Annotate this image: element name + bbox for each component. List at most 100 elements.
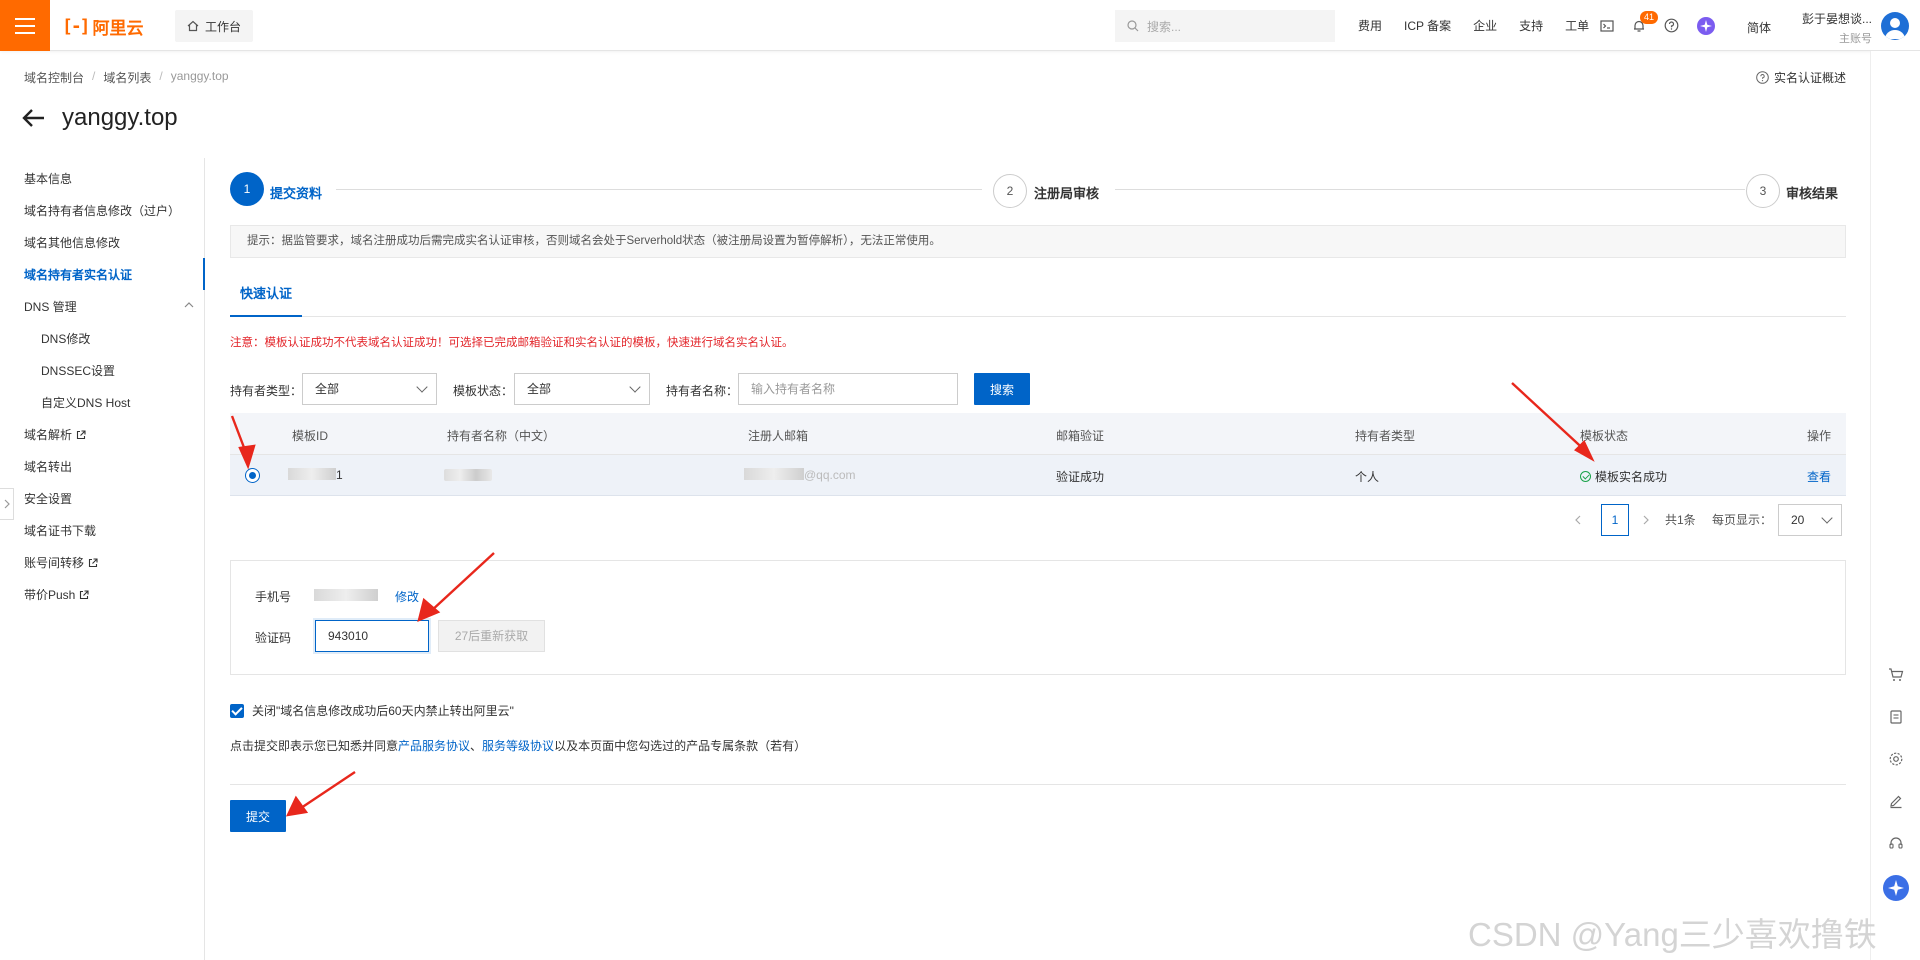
chevron-down-icon	[416, 381, 428, 393]
nav-security-settings[interactable]: 安全设置	[24, 490, 72, 507]
nav-holder-transfer[interactable]: 域名持有者信息修改（过户）	[24, 202, 180, 219]
nav-custom-dns-host[interactable]: 自定义DNS Host	[41, 394, 130, 411]
service-agreement-link[interactable]: 产品服务协议	[398, 739, 470, 753]
nav-domain-resolve[interactable]: 域名解析	[24, 426, 86, 443]
chevron-down-icon	[629, 381, 641, 393]
nav-domain-resolve-label: 域名解析	[24, 428, 73, 442]
domain-title: yanggy.top	[62, 104, 178, 131]
external-link-icon	[80, 589, 89, 599]
warning-text: 注意：模板认证成功不代表域名认证成功！可选择已完成邮箱验证和实名认证的模板，快速…	[230, 337, 794, 349]
page-1-button[interactable]: 1	[1601, 504, 1629, 536]
breadcrumb-separator: /	[159, 69, 163, 83]
template-status-label: 模板状态：	[453, 384, 514, 398]
holder-type-label: 持有者类型：	[230, 384, 303, 398]
edit-icon[interactable]	[1886, 791, 1906, 811]
gear-icon[interactable]	[1886, 749, 1906, 769]
nav-dnssec[interactable]: DNSSEC设置	[41, 362, 115, 379]
submit-button[interactable]: 提交	[230, 800, 286, 832]
nav-domain-transfer-out[interactable]: 域名转出	[24, 458, 72, 475]
help-icon[interactable]	[1664, 18, 1679, 33]
top-bar: [-] 阿里云 工作台 搜索... 费用 ICP 备案 企业 支持 工单 41 …	[0, 0, 1920, 51]
breadcrumb: 域名控制台 / 域名列表 / yanggy.top	[24, 69, 229, 86]
nav-account-transfer-label: 账号间转移	[24, 556, 85, 570]
divider	[230, 784, 1846, 785]
top-link-icp[interactable]: ICP 备案	[1404, 17, 1451, 34]
step-connector	[1115, 189, 1745, 190]
top-icons: 41	[1600, 0, 1715, 51]
back-arrow-icon[interactable]	[22, 108, 46, 128]
col-holder-name: 持有者名称（中文）	[447, 429, 556, 443]
disable-transfer-lock-option[interactable]: 关闭"域名信息修改成功后60天内禁止转出阿里云"	[230, 702, 514, 719]
holder-name-input[interactable]: 输入持有者名称	[738, 373, 958, 405]
col-actions: 操作	[1807, 429, 1832, 443]
holder-type-select[interactable]: 全部	[302, 373, 437, 405]
assistant-star-icon[interactable]	[1883, 875, 1909, 901]
phone-redacted	[314, 589, 378, 601]
chevron-up-icon[interactable]	[184, 301, 194, 309]
nav-holder-realname[interactable]: 域名持有者实名认证	[24, 266, 132, 283]
sidebar-collapse-handle[interactable]	[0, 488, 14, 520]
total-count: 共1条	[1665, 513, 1696, 527]
verification-code-input[interactable]: 943010	[315, 620, 429, 652]
realname-overview-link[interactable]: 实名认证概述	[1756, 69, 1846, 86]
nav-basic-info[interactable]: 基本信息	[24, 170, 72, 187]
nav-dns-management[interactable]: DNS 管理	[24, 298, 77, 315]
holder-type-value: 全部	[315, 382, 340, 396]
row-select-radio[interactable]	[245, 468, 260, 483]
modify-phone-link[interactable]: 修改	[395, 588, 419, 605]
view-link[interactable]: 查看	[1807, 468, 1831, 485]
next-page-icon[interactable]	[1642, 515, 1650, 525]
template-status-select[interactable]: 全部	[514, 373, 650, 405]
col-template-id: 模板ID	[292, 429, 329, 443]
nav-account-transfer[interactable]: 账号间转移	[24, 554, 98, 571]
top-link-enterprise[interactable]: 企业	[1473, 17, 1497, 34]
template-status-value: 全部	[527, 382, 552, 396]
hamburger-menu-icon[interactable]	[0, 0, 50, 51]
step-3-circle: 3	[1746, 174, 1780, 208]
breadcrumb-domain-list[interactable]: 域名列表	[103, 69, 151, 86]
sla-link[interactable]: 服务等级协议	[482, 739, 554, 753]
table-header: 模板ID 持有者名称（中文） 注册人邮箱 邮箱验证 持有者类型 模板状态 操作	[230, 413, 1846, 455]
top-link-fees[interactable]: 费用	[1358, 17, 1382, 34]
breadcrumb-domain-console[interactable]: 域名控制台	[24, 69, 84, 86]
top-link-ticket[interactable]: 工单	[1565, 17, 1589, 34]
nav-dns-modify[interactable]: DNS修改	[41, 330, 90, 347]
external-link-icon	[88, 557, 98, 567]
nav-other-info[interactable]: 域名其他信息修改	[24, 234, 120, 251]
nav-active-indicator	[203, 258, 205, 290]
question-circle-icon	[1756, 71, 1769, 84]
brand-name: 阿里云	[92, 18, 144, 38]
agreement-suffix: 以及本页面中您勾选过的产品专属条款（若有）	[554, 739, 807, 753]
bell-icon[interactable]: 41	[1632, 10, 1659, 33]
tab-quick-verify[interactable]: 快速认证	[230, 278, 302, 317]
search-button[interactable]: 搜索	[974, 373, 1030, 405]
step-connector	[336, 189, 982, 190]
table-row[interactable]: 1 @qq.com 验证成功 个人 模板实名成功 查看	[230, 455, 1846, 496]
avatar[interactable]	[1881, 12, 1909, 40]
account-type: 主账号	[1839, 33, 1872, 45]
top-link-support[interactable]: 支持	[1519, 17, 1543, 34]
realname-overview-label: 实名认证概述	[1774, 71, 1847, 85]
breadcrumb-separator: /	[92, 69, 96, 83]
search-icon	[1127, 20, 1139, 32]
document-icon[interactable]	[1886, 707, 1906, 727]
home-icon	[187, 20, 199, 32]
headset-icon[interactable]	[1886, 833, 1906, 853]
nav-cert-download[interactable]: 域名证书下载	[24, 522, 96, 539]
verification-panel: 手机号 修改 验证码 943010 27后重新获取	[230, 560, 1846, 675]
ai-assistant-icon[interactable]	[1697, 16, 1715, 35]
terminal-icon[interactable]	[1600, 19, 1614, 33]
nav-priced-push[interactable]: 带价Push	[24, 586, 89, 603]
resend-code-button[interactable]: 27后重新获取	[438, 620, 545, 652]
global-search-input[interactable]: 搜索...	[1115, 10, 1335, 42]
prev-page-icon[interactable]	[1574, 515, 1582, 525]
cart-icon[interactable]	[1886, 665, 1906, 685]
workbench-button[interactable]: 工作台	[175, 10, 254, 42]
transfer-lock-checkbox[interactable]	[230, 703, 244, 718]
language-switch[interactable]: 简体	[1747, 19, 1771, 36]
page-size-select[interactable]: 20	[1778, 504, 1842, 536]
transfer-lock-label: 关闭"域名信息修改成功后60天内禁止转出阿里云"	[252, 704, 514, 718]
user-info[interactable]: 彭于晏想谈... 主账号	[1790, 10, 1872, 46]
aliyun-logo[interactable]: [-] 阿里云	[62, 14, 144, 38]
tab-bar: 快速认证	[230, 278, 1846, 317]
